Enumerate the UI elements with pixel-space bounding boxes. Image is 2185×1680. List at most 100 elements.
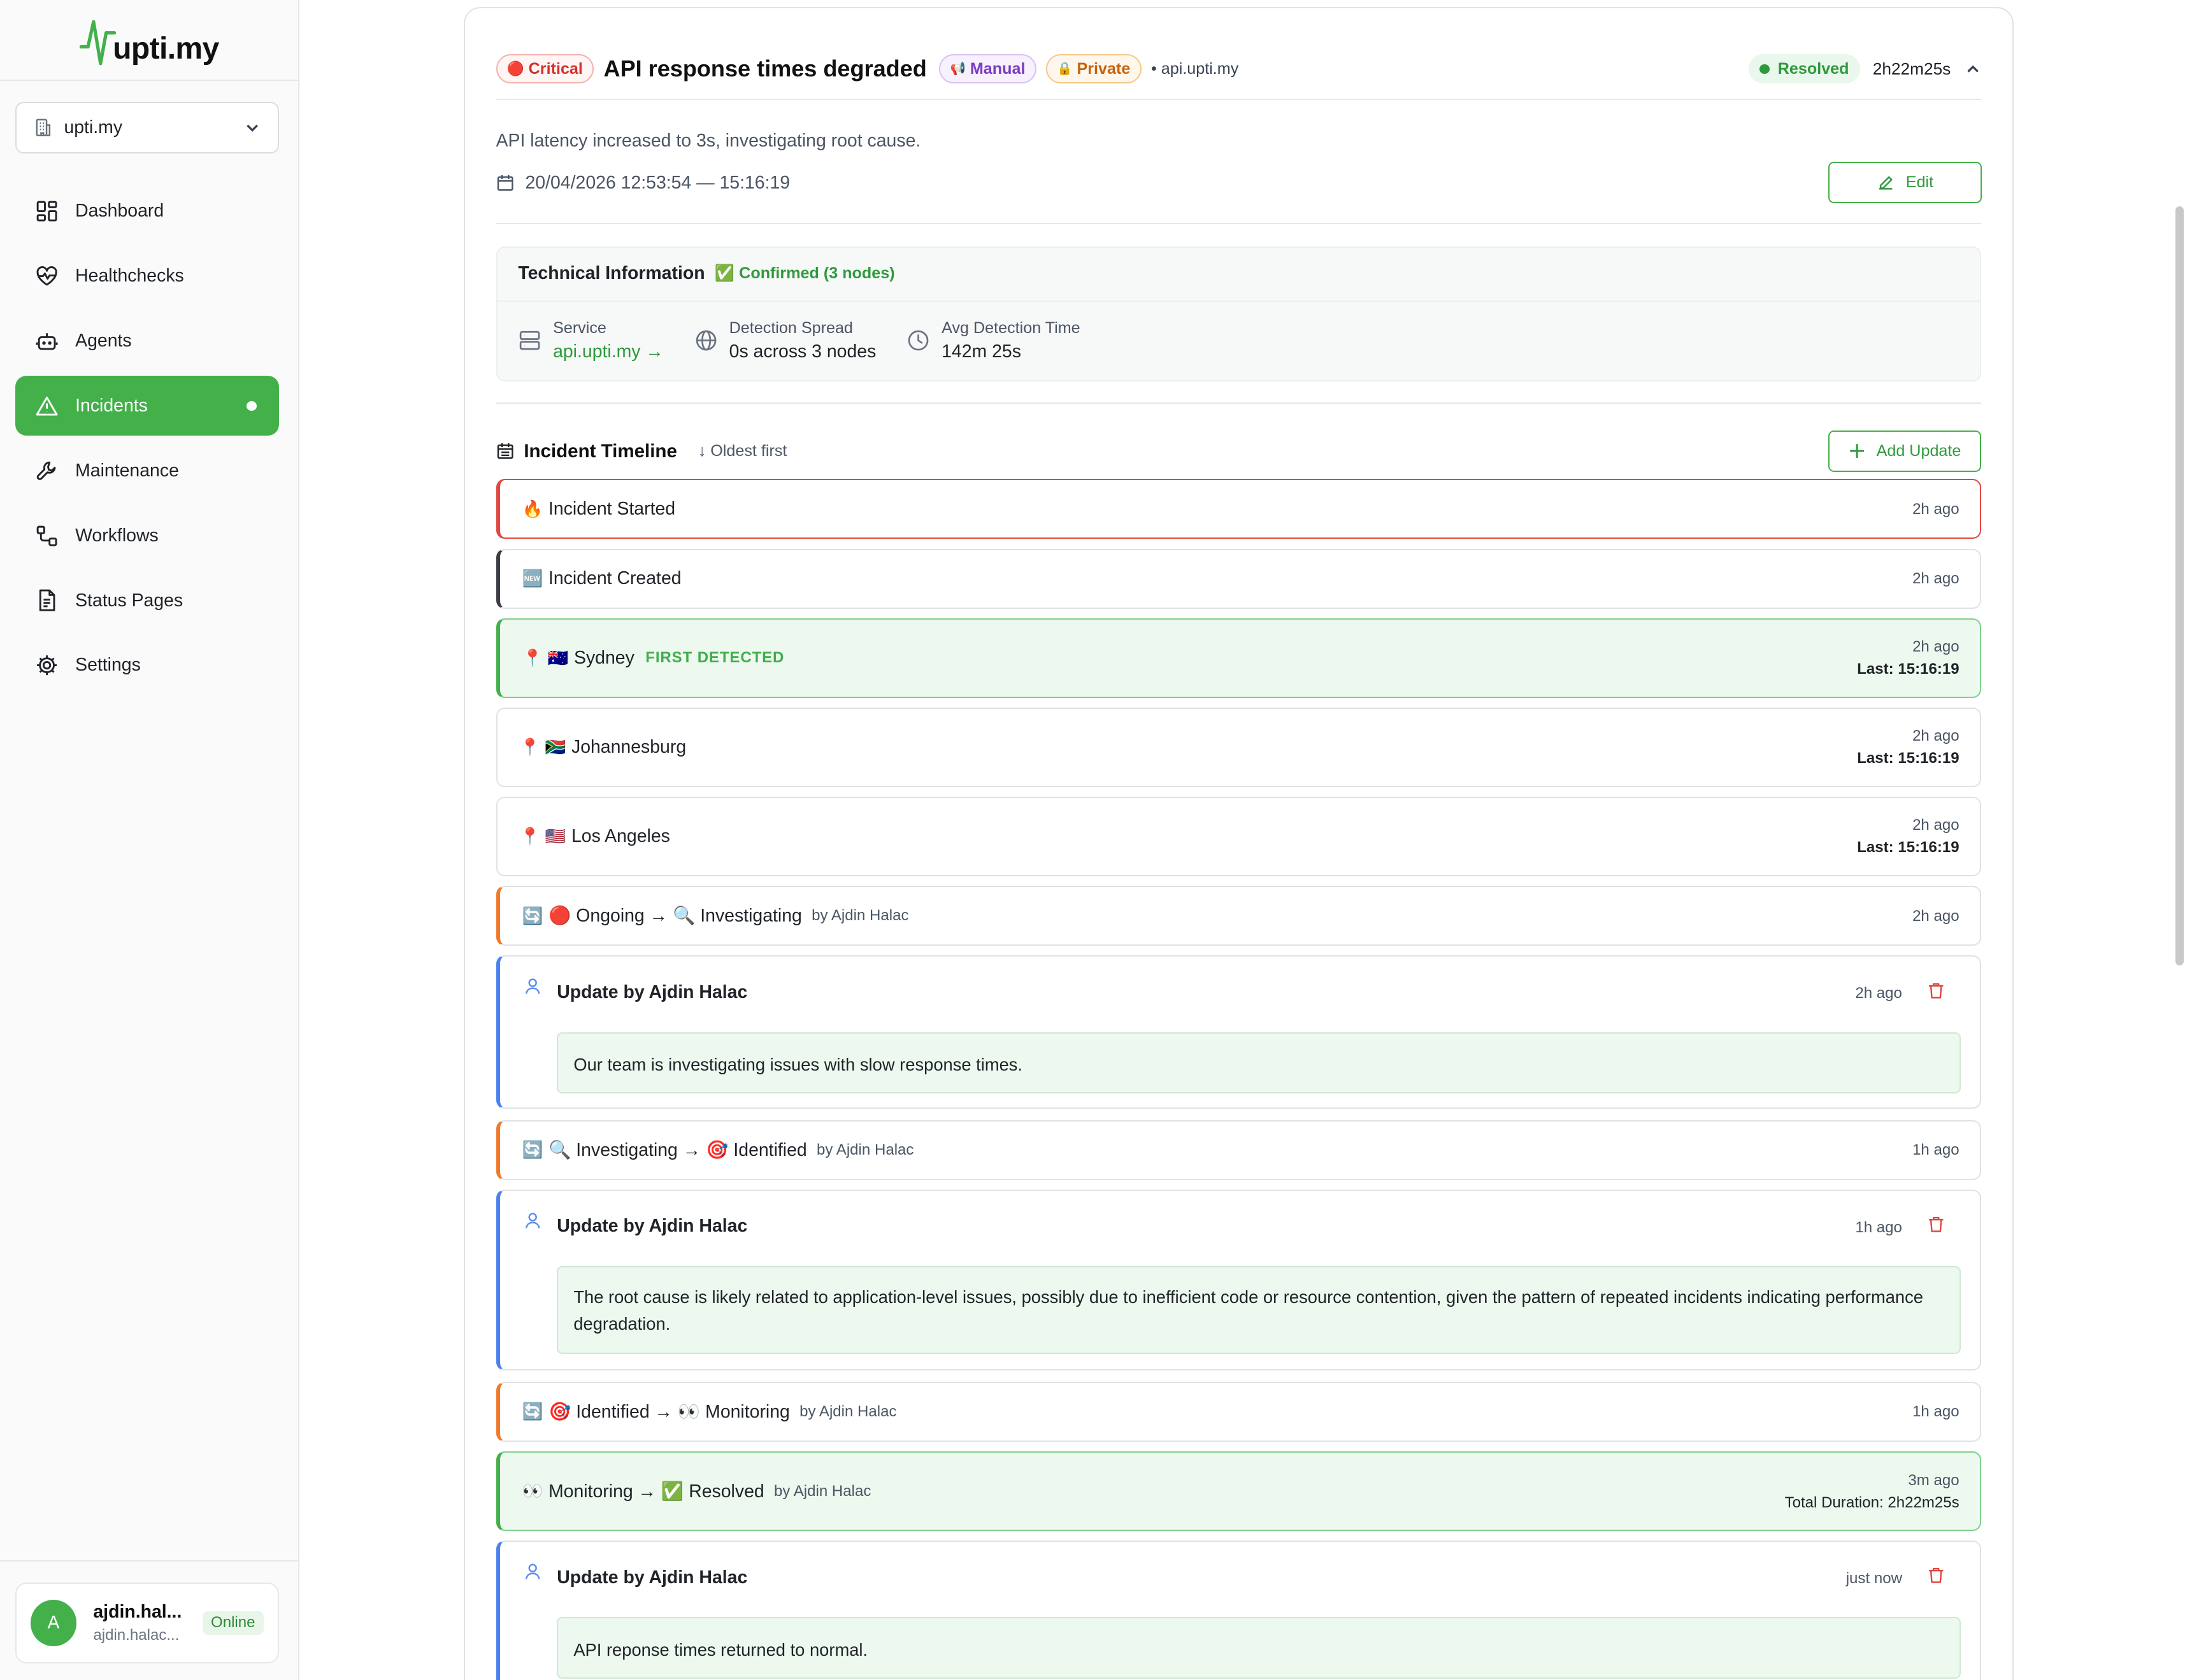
- trash-icon[interactable]: [1927, 1565, 1945, 1585]
- timeline-update: Update by Ajdin Halac 1h ago The root ca…: [496, 1189, 1982, 1371]
- refresh-icon: 🔄: [522, 906, 543, 925]
- eyes-icon: 👀: [522, 1481, 543, 1501]
- author: by Ajdin Halac: [812, 907, 909, 925]
- timeline-status-change: 🔄 🔴 Ongoing → 🔍 Investigating by Ajdin Hal…: [496, 886, 1982, 946]
- nav-item-maintenance[interactable]: Maintenance: [15, 441, 278, 501]
- user-icon: [525, 978, 540, 994]
- author: by Ajdin Halac: [774, 1482, 871, 1500]
- logo-area: upti.my: [0, 0, 299, 81]
- event-time: 2h ago: [1912, 638, 1959, 656]
- chevron-down-icon: [247, 124, 258, 132]
- nav-label: Agents: [75, 330, 132, 351]
- trash-icon[interactable]: [1927, 1214, 1945, 1234]
- page-scrollbar[interactable]: [2174, 0, 2185, 1680]
- status-change-label: 🔴 Ongoing → 🔍 Investigating: [548, 906, 802, 927]
- total-duration: Total Duration: 2h22m25s: [1784, 1493, 1959, 1511]
- pin-flag-icon: 📍 🇦🇺: [522, 648, 569, 667]
- event-time: 1h ago: [1912, 1403, 1959, 1421]
- event-time: 2h ago: [1912, 727, 1959, 745]
- event-time: 2h ago: [1912, 500, 1959, 518]
- event-last: Last: 15:16:19: [1857, 750, 1959, 767]
- nav-item-workflows[interactable]: Workflows: [15, 506, 278, 566]
- event-last: Last: 15:16:19: [1857, 839, 1959, 857]
- new-icon: 🆕: [522, 569, 543, 588]
- online-badge: Online: [202, 1611, 264, 1635]
- author: by Ajdin Halac: [817, 1141, 914, 1158]
- bot-icon: [36, 332, 58, 350]
- node-label: Los Angeles: [571, 825, 670, 846]
- update-time: just now: [1845, 1569, 1902, 1587]
- event-time: 2h ago: [1912, 907, 1959, 925]
- nav-item-healthchecks[interactable]: Healthchecks: [15, 246, 278, 306]
- scrollbar-thumb[interactable]: [2175, 206, 2184, 965]
- avatar: A: [30, 1600, 77, 1646]
- workspace-select[interactable]: upti.my: [15, 101, 279, 153]
- nav-item-status-pages[interactable]: Status Pages: [15, 571, 278, 630]
- update-title: Update by Ajdin Halac: [557, 981, 748, 1002]
- event-label: Incident Created: [548, 568, 682, 589]
- wrench-icon: [36, 461, 56, 480]
- timeline-status-change: 🔄 🔍 Investigating → 🎯 Identified by Ajdin …: [496, 1120, 1982, 1180]
- pin-flag-icon: 📍 🇺🇸: [519, 826, 566, 846]
- event-last: Last: 15:16:19: [1857, 660, 1959, 678]
- workflow-icon: [36, 525, 57, 546]
- nav-item-incidents[interactable]: Incidents: [15, 376, 279, 436]
- status-change-label: Monitoring → ✅ Resolved: [548, 1481, 764, 1502]
- timeline-status-change: 🔄 🎯 Identified → 👀 Monitoring by Ajdin Hal…: [496, 1381, 1982, 1442]
- user-email: ajdin.halac...: [93, 1627, 180, 1644]
- update-title: Update by Ajdin Halac: [557, 1567, 748, 1588]
- author: by Ajdin Halac: [799, 1402, 897, 1420]
- node-label: Sydney: [573, 647, 634, 668]
- node-label: Johannesburg: [571, 736, 687, 757]
- nav-label: Maintenance: [75, 460, 179, 481]
- timeline-event-resolved: 👀 Monitoring → ✅ Resolved by Ajdin Halac 3…: [496, 1451, 1982, 1531]
- gear-icon: [36, 655, 57, 676]
- sidebar-divider: [0, 1560, 300, 1562]
- user-icon: [525, 1563, 540, 1579]
- incident-card: 🔴 Critical API response times degraded 📢…: [464, 6, 2014, 1680]
- timeline-event-sydney: 📍 🇦🇺 Sydney FIRST DETECTED 2h ago Last: 15:…: [496, 618, 1982, 698]
- timeline-list: 🔥 Incident Started 2h ago 🆕 Incident Creat…: [496, 8, 1982, 1680]
- heart-pulse-icon: [36, 266, 57, 286]
- update-body: API reponse times returned to normal.: [557, 1617, 1961, 1679]
- event-time: 2h ago: [1912, 570, 1959, 588]
- timeline-update: Update by Ajdin Halac just now API repon…: [496, 1541, 1982, 1680]
- update-time: 2h ago: [1855, 985, 1902, 1002]
- file-text-icon: [39, 590, 55, 611]
- sidebar-nav: Dashboard Healthchecks Agents Incidents …: [15, 181, 279, 701]
- update-body: The root cause is likely related to appl…: [557, 1266, 1961, 1354]
- timeline-event-los-angeles: 📍 🇺🇸 Los Angeles 2h ago Last: 15:16:19: [496, 797, 1982, 876]
- nav-label: Healthchecks: [75, 265, 184, 286]
- update-title: Update by Ajdin Halac: [557, 1216, 748, 1237]
- user-name: ajdin.hal...: [93, 1601, 182, 1622]
- nav-label: Incidents: [75, 395, 148, 416]
- dashboard-icon: [36, 201, 57, 222]
- update-body: Our team is investigating issues with sl…: [557, 1032, 1961, 1093]
- user-card[interactable]: A ajdin.hal... ajdin.halac... Online: [15, 1583, 279, 1663]
- refresh-icon: 🔄: [522, 1140, 543, 1160]
- alert-triangle-icon: [36, 396, 58, 416]
- nav-item-settings[interactable]: Settings: [15, 636, 278, 695]
- nav-label: Status Pages: [75, 590, 183, 611]
- nav-item-dashboard[interactable]: Dashboard: [15, 181, 278, 241]
- user-info: ajdin.hal... ajdin.halac...: [93, 1602, 202, 1645]
- nav-label: Dashboard: [75, 200, 164, 221]
- event-time: 2h ago: [1912, 816, 1959, 834]
- fire-icon: 🔥: [522, 499, 543, 518]
- nav-item-agents[interactable]: Agents: [15, 311, 278, 371]
- timeline-event-started: 🔥 Incident Started 2h ago: [496, 479, 1982, 539]
- nav-label: Settings: [75, 655, 141, 676]
- timeline-update: Update by Ajdin Halac 2h ago Our team is…: [496, 955, 1982, 1109]
- active-indicator-dot: [247, 401, 257, 411]
- app-root: upti.my upti.my Dashboard Healthchecks A…: [0, 0, 2185, 1680]
- logo-text: upti.my: [113, 31, 219, 66]
- update-time: 1h ago: [1855, 1218, 1902, 1236]
- first-detected-tag: FIRST DETECTED: [645, 649, 785, 667]
- refresh-icon: 🔄: [522, 1402, 543, 1421]
- event-time: 1h ago: [1912, 1141, 1959, 1159]
- logo[interactable]: upti.my: [79, 13, 219, 66]
- building-icon: [36, 118, 51, 136]
- sidebar: upti.my upti.my Dashboard Healthchecks A…: [0, 0, 300, 1680]
- trash-icon[interactable]: [1927, 981, 1945, 1000]
- workspace-name: upti.my: [64, 117, 123, 138]
